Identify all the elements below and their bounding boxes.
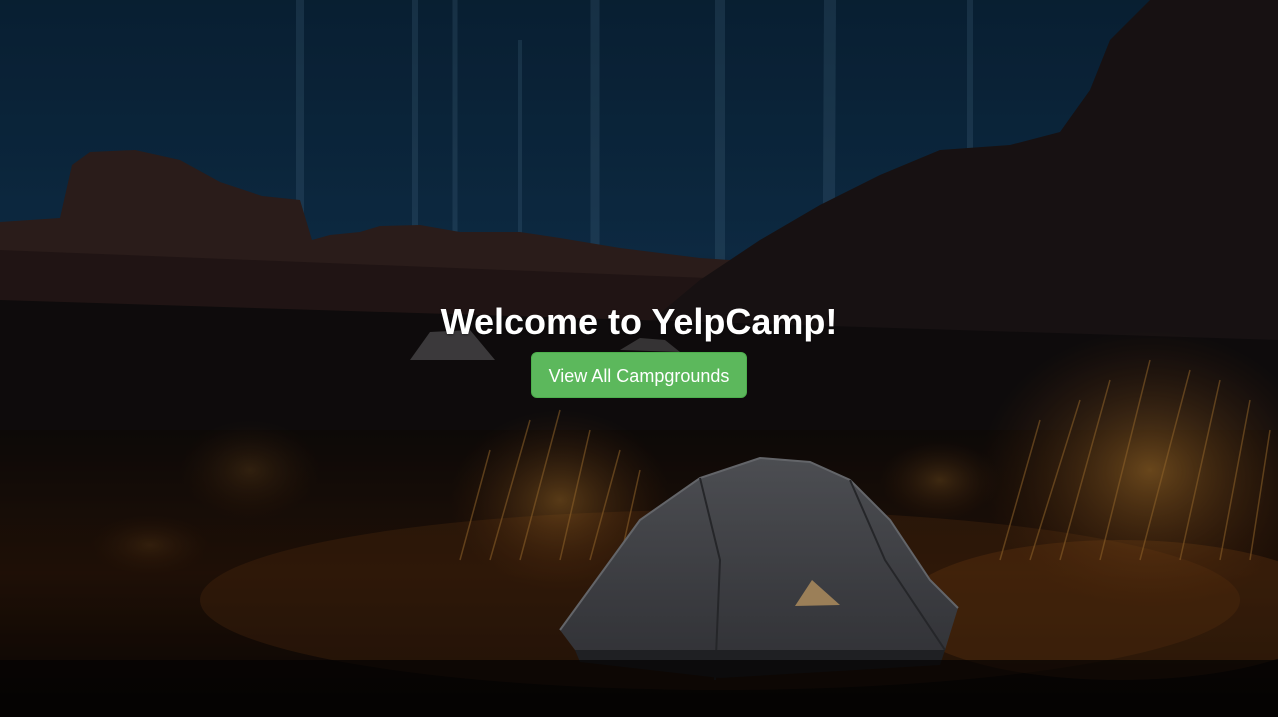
view-all-campgrounds-button[interactable]: View All Campgrounds [530,352,748,398]
landing-header: Welcome to YelpCamp! View All Campground… [0,298,1278,398]
page-title: Welcome to YelpCamp! [440,301,838,342]
